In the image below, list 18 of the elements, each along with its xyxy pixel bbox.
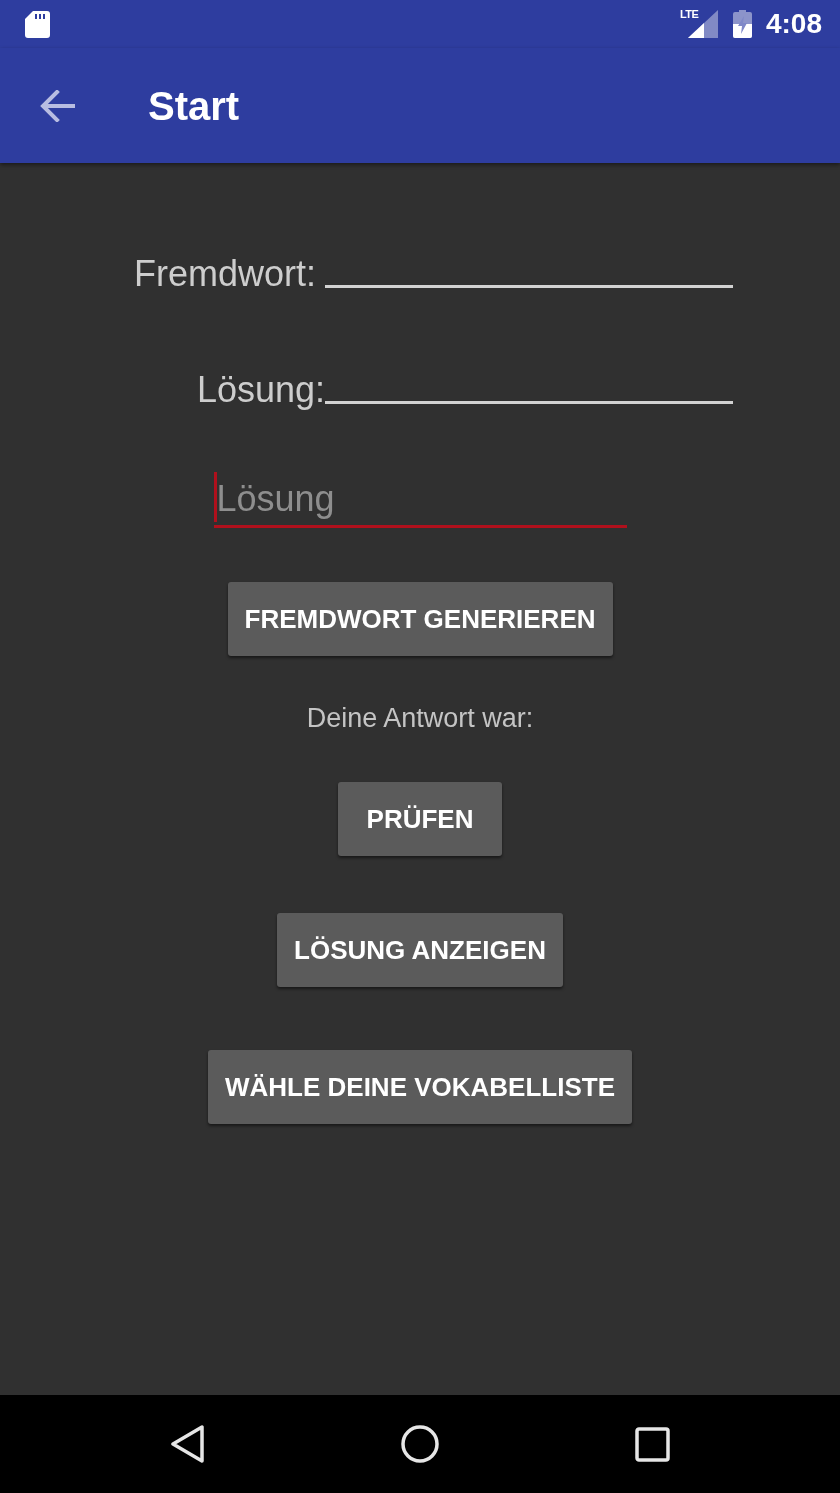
word-label: Fremdwort: xyxy=(133,254,316,294)
sd-card-icon xyxy=(25,10,50,38)
back-icon[interactable] xyxy=(170,1425,205,1463)
word-label: Lösung: xyxy=(196,370,325,410)
recent-apps-icon[interactable] xyxy=(634,1426,670,1462)
text-cursor-icon xyxy=(213,472,217,522)
screen-title: Start xyxy=(148,82,240,129)
show-solution-button[interactable]: LÖSUNG ANZEIGEN xyxy=(277,913,563,987)
check-button[interactable]: PRÜFEN xyxy=(338,782,502,856)
answer-input[interactable]: Lösung xyxy=(213,466,627,528)
clock-time: 4:08 xyxy=(765,8,822,40)
choose-list-button[interactable]: WÄHLE DEINE VOKABELLISTE xyxy=(208,1050,632,1124)
home-icon[interactable] xyxy=(400,1425,439,1463)
network-type-label: LTE xyxy=(679,9,699,20)
answer-feedback-text: Deine Antwort war: xyxy=(306,702,534,734)
generate-word-button[interactable]: FREMDWORT GENERIEREN xyxy=(227,582,613,656)
battery-charging-icon xyxy=(732,10,752,38)
back-arrow-icon xyxy=(39,89,75,122)
